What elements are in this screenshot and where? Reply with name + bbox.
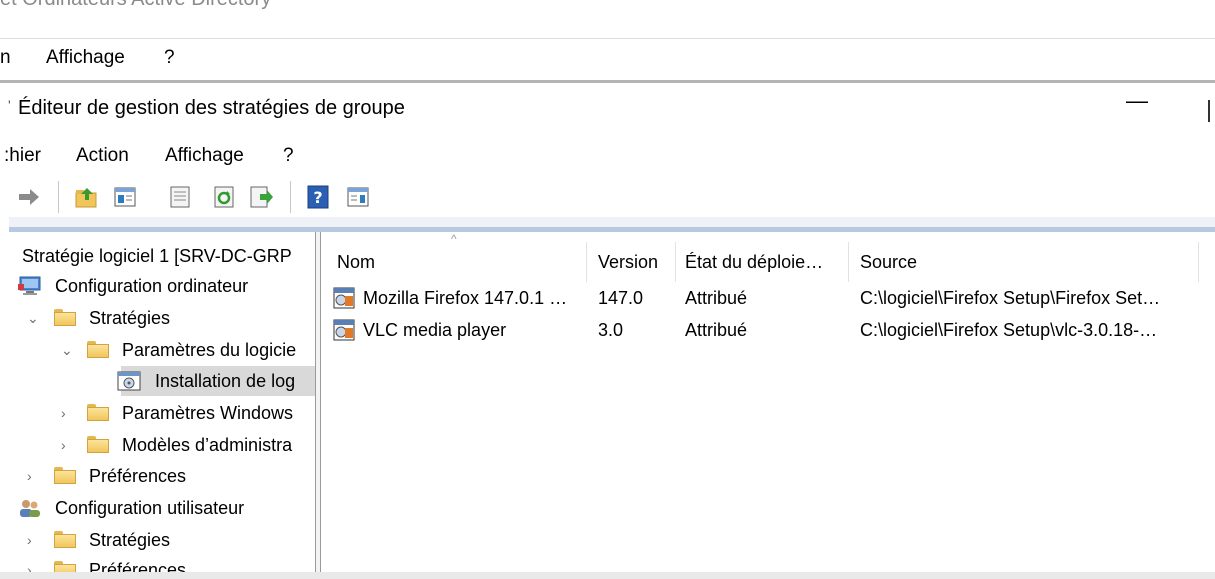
column-divider[interactable] xyxy=(848,242,849,282)
column-divider[interactable] xyxy=(1198,242,1199,282)
column-header-deployment-state[interactable]: État du déploie… xyxy=(685,242,823,282)
folder-icon xyxy=(54,309,76,326)
toolbar-bottom-band xyxy=(9,217,1215,227)
toolbar-separator xyxy=(290,181,291,213)
chevron-right-icon[interactable]: › xyxy=(61,431,66,459)
toolbar: ? xyxy=(0,181,1215,215)
tree-item-label: Stratégies xyxy=(89,308,171,328)
folder-icon xyxy=(54,531,76,548)
chevron-right-icon[interactable]: › xyxy=(27,462,32,490)
properties-icon[interactable] xyxy=(167,184,193,210)
background-menu-item-file[interactable]: n xyxy=(0,47,11,69)
folder-icon xyxy=(87,436,109,453)
minimize-button[interactable]: — xyxy=(1126,88,1148,114)
svg-text:?: ? xyxy=(313,188,322,207)
table-row[interactable]: VLC media player 3.0 Attribué C:\logicie… xyxy=(321,314,1201,346)
cell-version: 3.0 xyxy=(598,320,624,340)
export-list-icon[interactable] xyxy=(248,184,274,210)
cell-state: Attribué xyxy=(685,288,748,308)
sort-ascending-icon: ^ xyxy=(451,232,457,246)
maximize-button-edge[interactable] xyxy=(1208,100,1210,122)
column-header-name[interactable]: Nom xyxy=(337,242,375,282)
menu-item-affichage[interactable]: Affichage xyxy=(165,145,244,167)
tree-item-label: Installation de log xyxy=(155,371,296,391)
table-row[interactable]: Mozilla Firefox 147.0.1 … 147.0 Attribué… xyxy=(321,282,1201,314)
folder-icon xyxy=(87,341,109,358)
folder-icon xyxy=(54,561,76,572)
window-top-border xyxy=(0,80,1215,83)
column-header-version[interactable]: Version xyxy=(598,242,658,282)
chevron-right-icon[interactable]: › xyxy=(27,526,32,554)
column-divider[interactable] xyxy=(675,242,676,282)
chevron-right-icon[interactable]: › xyxy=(27,556,32,572)
tree-item-label: Modèles d’administra xyxy=(122,435,293,455)
cell-version: 147.0 xyxy=(598,288,644,308)
tree-item-label: Stratégie logiciel 1 [SRV-DC-GRP xyxy=(22,246,292,266)
computer-icon xyxy=(18,275,42,305)
tree-item-label: Paramètres Windows xyxy=(122,403,294,423)
menu-item-action[interactable]: Action xyxy=(76,145,129,167)
tree-item-label: Stratégies xyxy=(89,530,171,550)
software-installation-icon xyxy=(117,370,141,400)
tree-item-label: Préférences xyxy=(89,466,187,486)
up-folder-icon[interactable] xyxy=(74,184,100,210)
cell-state: Attribué xyxy=(685,320,748,340)
help-icon[interactable]: ? xyxy=(305,184,331,210)
toolbar-separator xyxy=(58,181,59,213)
background-title-separator xyxy=(0,38,1215,39)
status-bar xyxy=(0,572,1215,579)
background-menu-item-affichage[interactable]: Affichage xyxy=(46,47,125,69)
chevron-down-icon[interactable]: ⌄ xyxy=(27,304,39,332)
cell-source: C:\logiciel\Firefox Setup\vlc-3.0.18-… xyxy=(860,320,1158,340)
refresh-icon[interactable] xyxy=(211,184,237,210)
background-window-title: et Ordinateurs Active Directory xyxy=(0,0,271,11)
show-hide-tree-icon[interactable] xyxy=(112,184,138,210)
result-list: ^ Nom Version État du déploie… Source Mo… xyxy=(321,232,1215,572)
column-header-source[interactable]: Source xyxy=(860,242,917,282)
column-divider[interactable] xyxy=(586,242,587,282)
menu-item-help[interactable]: ? xyxy=(283,145,294,167)
chevron-right-icon[interactable]: › xyxy=(61,399,66,427)
menu-item-fichier[interactable]: :hier xyxy=(4,145,41,167)
window-icon-fragment: ' xyxy=(8,97,11,113)
show-hide-action-pane-icon[interactable] xyxy=(345,184,371,210)
background-menu-item-help[interactable]: ? xyxy=(164,47,175,69)
tree-item-label: Paramètres du logicie xyxy=(122,340,297,360)
window-title: Éditeur de gestion des stratégies de gro… xyxy=(18,97,405,119)
cell-name: Mozilla Firefox 147.0.1 … xyxy=(363,288,568,308)
tree-item-label: Configuration utilisateur xyxy=(55,498,245,518)
cell-name: VLC media player xyxy=(363,320,507,340)
tree-item-label: Préférences xyxy=(89,560,187,572)
console-tree: ' Stratégie logiciel 1 [SRV-DC-GRP Confi… xyxy=(9,232,315,572)
folder-icon xyxy=(54,467,76,484)
tree-item-label: Configuration ordinateur xyxy=(55,276,249,296)
package-icon xyxy=(333,319,355,341)
cell-source: C:\logiciel\Firefox Setup\Firefox Set… xyxy=(860,288,1161,308)
folder-icon xyxy=(87,404,109,421)
package-icon xyxy=(333,287,355,309)
forward-arrow-icon[interactable] xyxy=(16,184,42,210)
chevron-down-icon[interactable]: ⌄ xyxy=(61,336,73,364)
users-icon xyxy=(18,497,42,527)
